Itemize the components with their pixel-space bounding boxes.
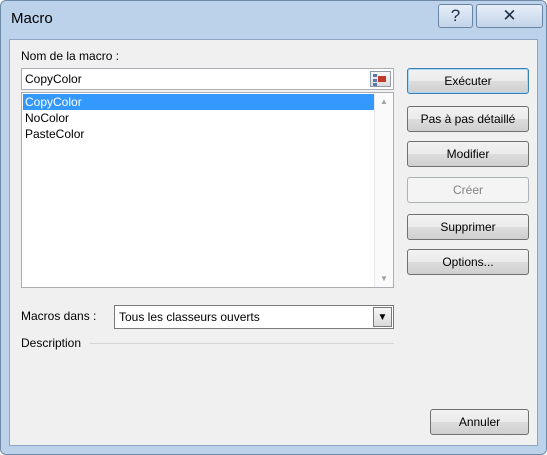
- macros-in-select[interactable]: Tous les classeurs ouverts ▼: [114, 305, 394, 329]
- macro-list-item[interactable]: NoColor: [23, 110, 374, 126]
- macro-name-field[interactable]: [21, 68, 394, 90]
- chevron-down-icon[interactable]: ▼: [373, 307, 392, 327]
- scroll-up-icon[interactable]: ▲: [375, 93, 393, 110]
- options-button[interactable]: Options...: [407, 249, 529, 275]
- dialog-title: Macro: [11, 10, 53, 27]
- macro-list-scrollbar[interactable]: ▲ ▼: [374, 93, 393, 287]
- scroll-down-icon[interactable]: ▼: [375, 270, 393, 287]
- macros-in-value: Tous les classeurs ouverts: [119, 310, 260, 324]
- macro-name-input[interactable]: [25, 71, 365, 87]
- title-bar: Macro ? ✕: [1, 1, 546, 39]
- macros-in-label: Macros dans :: [21, 309, 97, 323]
- macro-list-item[interactable]: CopyColor: [23, 94, 374, 110]
- close-icon: ✕: [502, 6, 517, 25]
- macro-dialog: Macro ? ✕ Nom de la macro : CopyColorNoC…: [0, 0, 547, 455]
- dialog-body: Nom de la macro : CopyColorNoColorPasteC…: [9, 39, 538, 446]
- description-label: Description: [21, 336, 82, 350]
- cancel-button[interactable]: Annuler: [430, 409, 529, 435]
- macro-name-label: Nom de la macro :: [21, 49, 119, 63]
- help-button[interactable]: ?: [438, 4, 473, 28]
- delete-button[interactable]: Supprimer: [407, 214, 529, 240]
- range-select-icon[interactable]: [370, 71, 391, 87]
- description-divider: [90, 343, 394, 344]
- close-button[interactable]: ✕: [476, 4, 543, 28]
- step-into-button[interactable]: Pas à pas détaillé: [407, 106, 529, 132]
- macro-list-items: CopyColor NoColor PasteColor: [23, 94, 374, 142]
- help-icon: ?: [450, 6, 461, 25]
- macro-list-item[interactable]: PasteColor: [23, 126, 374, 142]
- macro-name-label-text: Nom de la macro :: [21, 49, 120, 63]
- run-button[interactable]: Exécuter: [407, 68, 529, 94]
- edit-button[interactable]: Modifier: [407, 141, 529, 167]
- macro-list[interactable]: CopyColor NoColor PasteColor ▲ ▼: [21, 92, 394, 288]
- create-button[interactable]: Créer: [407, 177, 529, 203]
